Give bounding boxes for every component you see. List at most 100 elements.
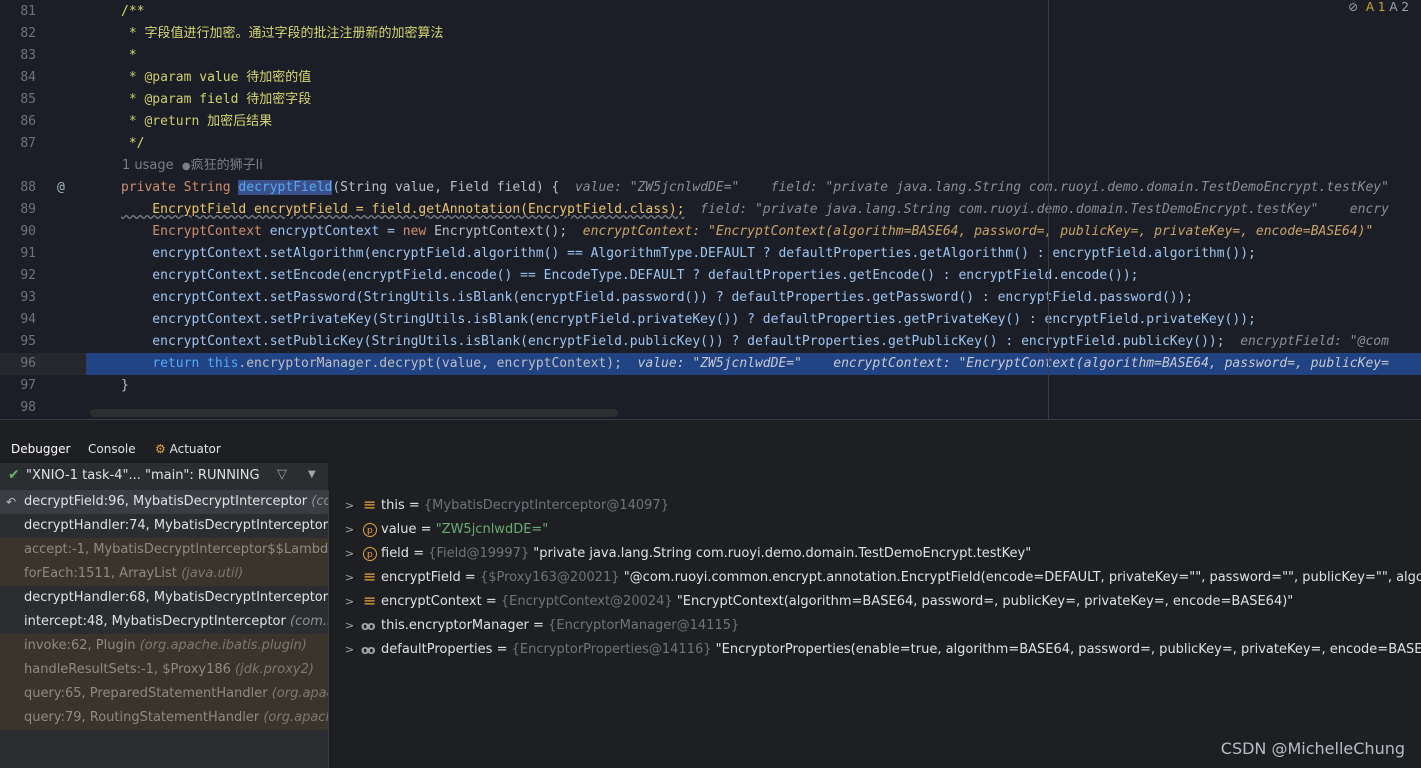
stack-frame[interactable]: query:65, PreparedStatementHandler (org.… [0,682,328,706]
thread-running-icon: ✔ [8,467,20,483]
author-icon: ● [181,161,191,172]
tab-debugger[interactable]: Debugger [11,442,70,456]
watermark: CSDN @MichelleChung [1220,739,1405,758]
doc-tag: * @return [121,114,200,129]
field-icon [363,498,377,513]
code-line: encryptContext.setPublicKey(StringUtils.… [121,331,1389,353]
variable-value: "EncryptorProperties(enable=true, algori… [715,642,1421,657]
inline-debug-value: value: "ZW5jcnlwdDE=" encryptContext: "E… [621,356,1389,371]
variable-value: "private java.lang.String com.ruoyi.demo… [533,546,1032,561]
code-text: EncryptField encryptField = field.getAnn… [121,202,685,217]
stack-frame[interactable]: query:79, RoutingStatementHandler (org.a… [0,706,328,730]
frame-method: invoke:62, Plugin [24,638,136,653]
variable-name: encryptField [381,570,461,585]
variable-name: this [381,498,405,513]
stack-frame-current[interactable]: ↶ decryptField:96, MybatisDecryptIntercep… [0,490,328,514]
watch-icon [361,638,377,662]
stack-frame[interactable]: forEach:1511, ArrayList (java.util) [0,562,328,586]
code-line: * @param field 待加密字段 [121,89,311,111]
line-number: 81 [20,4,36,19]
frame-package: (org.apache [271,686,328,701]
frame-method: intercept:48, MybatisDecryptInterceptor [24,614,286,629]
variable-name: this.encryptorManager [381,618,529,633]
code-line: EncryptContext encryptContext = new Encr… [121,221,1373,243]
override-marker-icon[interactable]: @ [57,177,65,199]
doc-tag: * @param [121,92,192,107]
inspection-count[interactable]: A 1 [1366,0,1386,14]
thread-label[interactable]: "XNIO-1 task-4"... "main": RUNNING [26,468,260,483]
code-line: EncryptField encryptField = field.getAnn… [121,199,1389,221]
line-number: 92 [20,268,36,283]
params: (String value, Field field) { [332,180,560,195]
doc-tag: * @param [121,70,192,85]
code-line: * [121,48,137,63]
chevron-right-icon[interactable]: > [345,518,354,542]
type-name: EncryptContext [121,224,262,239]
filter-icon[interactable]: ▽ [277,467,287,482]
line-number: 94 [20,312,36,327]
variable-value: "@com.ruoyi.common.encrypt.annotation.En… [623,570,1421,585]
inline-debug-value: value: "ZW5jcnlwdDE=" [559,180,740,195]
line-number-gutter[interactable]: 81 82 83 84 85 86 87 88 @ 89 90 91 92 93… [0,0,86,419]
code-line: encryptContext.setAlgorithm(encryptField… [121,246,1256,261]
code-text: .encryptorManager.decrypt(value, encrypt… [238,356,622,371]
chevron-right-icon[interactable]: > [345,614,354,638]
thread-selector[interactable]: ✔ "XNIO-1 task-4"... "main": RUNNING ▽ ▼ [0,463,328,491]
line-number: 87 [20,136,36,151]
stack-frame[interactable]: intercept:48, MybatisDecryptInterceptor … [0,610,328,634]
eye-off-icon[interactable]: ⊘ [1348,0,1358,14]
frame-package: (org.apache.i [263,710,328,725]
usage-count[interactable]: 1 usage [122,158,174,173]
stack-frame[interactable]: accept:-1, MybatisDecryptInterceptor$$La… [0,538,328,562]
line-number: 98 [20,400,36,415]
inline-debug-value: encryptField: "@com [1224,334,1389,349]
line-number: 82 [20,26,36,41]
inspection-status[interactable]: ⊘ A 1 A 2 [1348,0,1409,14]
variable-name: defaultProperties [381,642,493,657]
horizontal-scrollbar[interactable] [90,409,618,417]
frame-method: decryptField:96, MybatisDecryptIntercept… [24,494,308,509]
code-line: */ [121,136,145,151]
line-number: 97 [20,378,36,393]
code-editor[interactable]: 81 82 83 84 85 86 87 88 @ 89 90 91 92 93… [0,0,1421,419]
code-text: EncryptContext(); [426,224,568,239]
code-line-method-signature: private String decryptField(String value… [121,177,1389,199]
warning-count[interactable]: A 2 [1389,0,1409,14]
chevron-right-icon[interactable]: > [345,494,354,518]
stack-frame[interactable]: decryptHandler:68, MybatisDecryptInterce… [0,586,328,610]
chevron-right-icon[interactable]: > [345,542,354,566]
line-number: 93 [20,290,36,305]
return-arrow-icon: ↶ [6,495,17,509]
variable-type: {EncryptContext@20024} [500,594,673,609]
tab-console[interactable]: Console [88,442,136,456]
variable-name: value [381,522,417,537]
stack-frame[interactable]: invoke:62, Plugin (org.apache.ibatis.plu… [0,634,328,658]
right-margin-guide [1048,0,1049,419]
author-name: 疯狂的狮子li [190,158,263,173]
watch-icon [361,614,377,638]
chevron-down-icon[interactable]: ▼ [308,469,316,480]
variables-panel[interactable]: > this = {MybatisDecryptInterceptor@1409… [329,463,1421,768]
code-area[interactable]: /** * 字段值进行加密。通过字段的批注注册新的加密算法 * * @param… [86,0,1421,419]
param-icon [363,519,377,543]
inline-debug-value: encryptContext: "EncryptContext(algorith… [567,224,1374,239]
line-number: 90 [20,224,36,239]
stack-frame[interactable]: decryptHandler:74, MybatisDecryptInterce… [0,514,328,538]
frames-list[interactable]: ↶ decryptField:96, MybatisDecryptIntercep… [0,490,329,768]
variable-type: {$Proxy163@20021} [479,570,620,585]
param-icon [363,543,377,567]
stack-frame[interactable]: handleResultSets:-1, $Proxy186 (jdk.prox… [0,658,328,682]
variable-type: {EncryptorProperties@14116} [511,642,712,657]
tab-actuator[interactable]: ⚙ Actuator [155,442,221,456]
code-line: /** [121,4,145,19]
method-name[interactable]: decryptField [238,180,333,195]
actuator-icon: ⚙ [155,442,166,456]
usage-hint[interactable]: 1 usage ●疯狂的狮子li [122,155,263,178]
variable-value: "EncryptContext(algorithm=BASE64, passwo… [676,594,1294,609]
line-number: 95 [20,334,36,349]
chevron-right-icon[interactable]: > [345,590,354,614]
chevron-right-icon[interactable]: > [345,638,354,662]
variable-type: {EncryptorManager@14115} [548,618,740,633]
keyword: return this [152,356,239,371]
chevron-right-icon[interactable]: > [345,566,354,590]
